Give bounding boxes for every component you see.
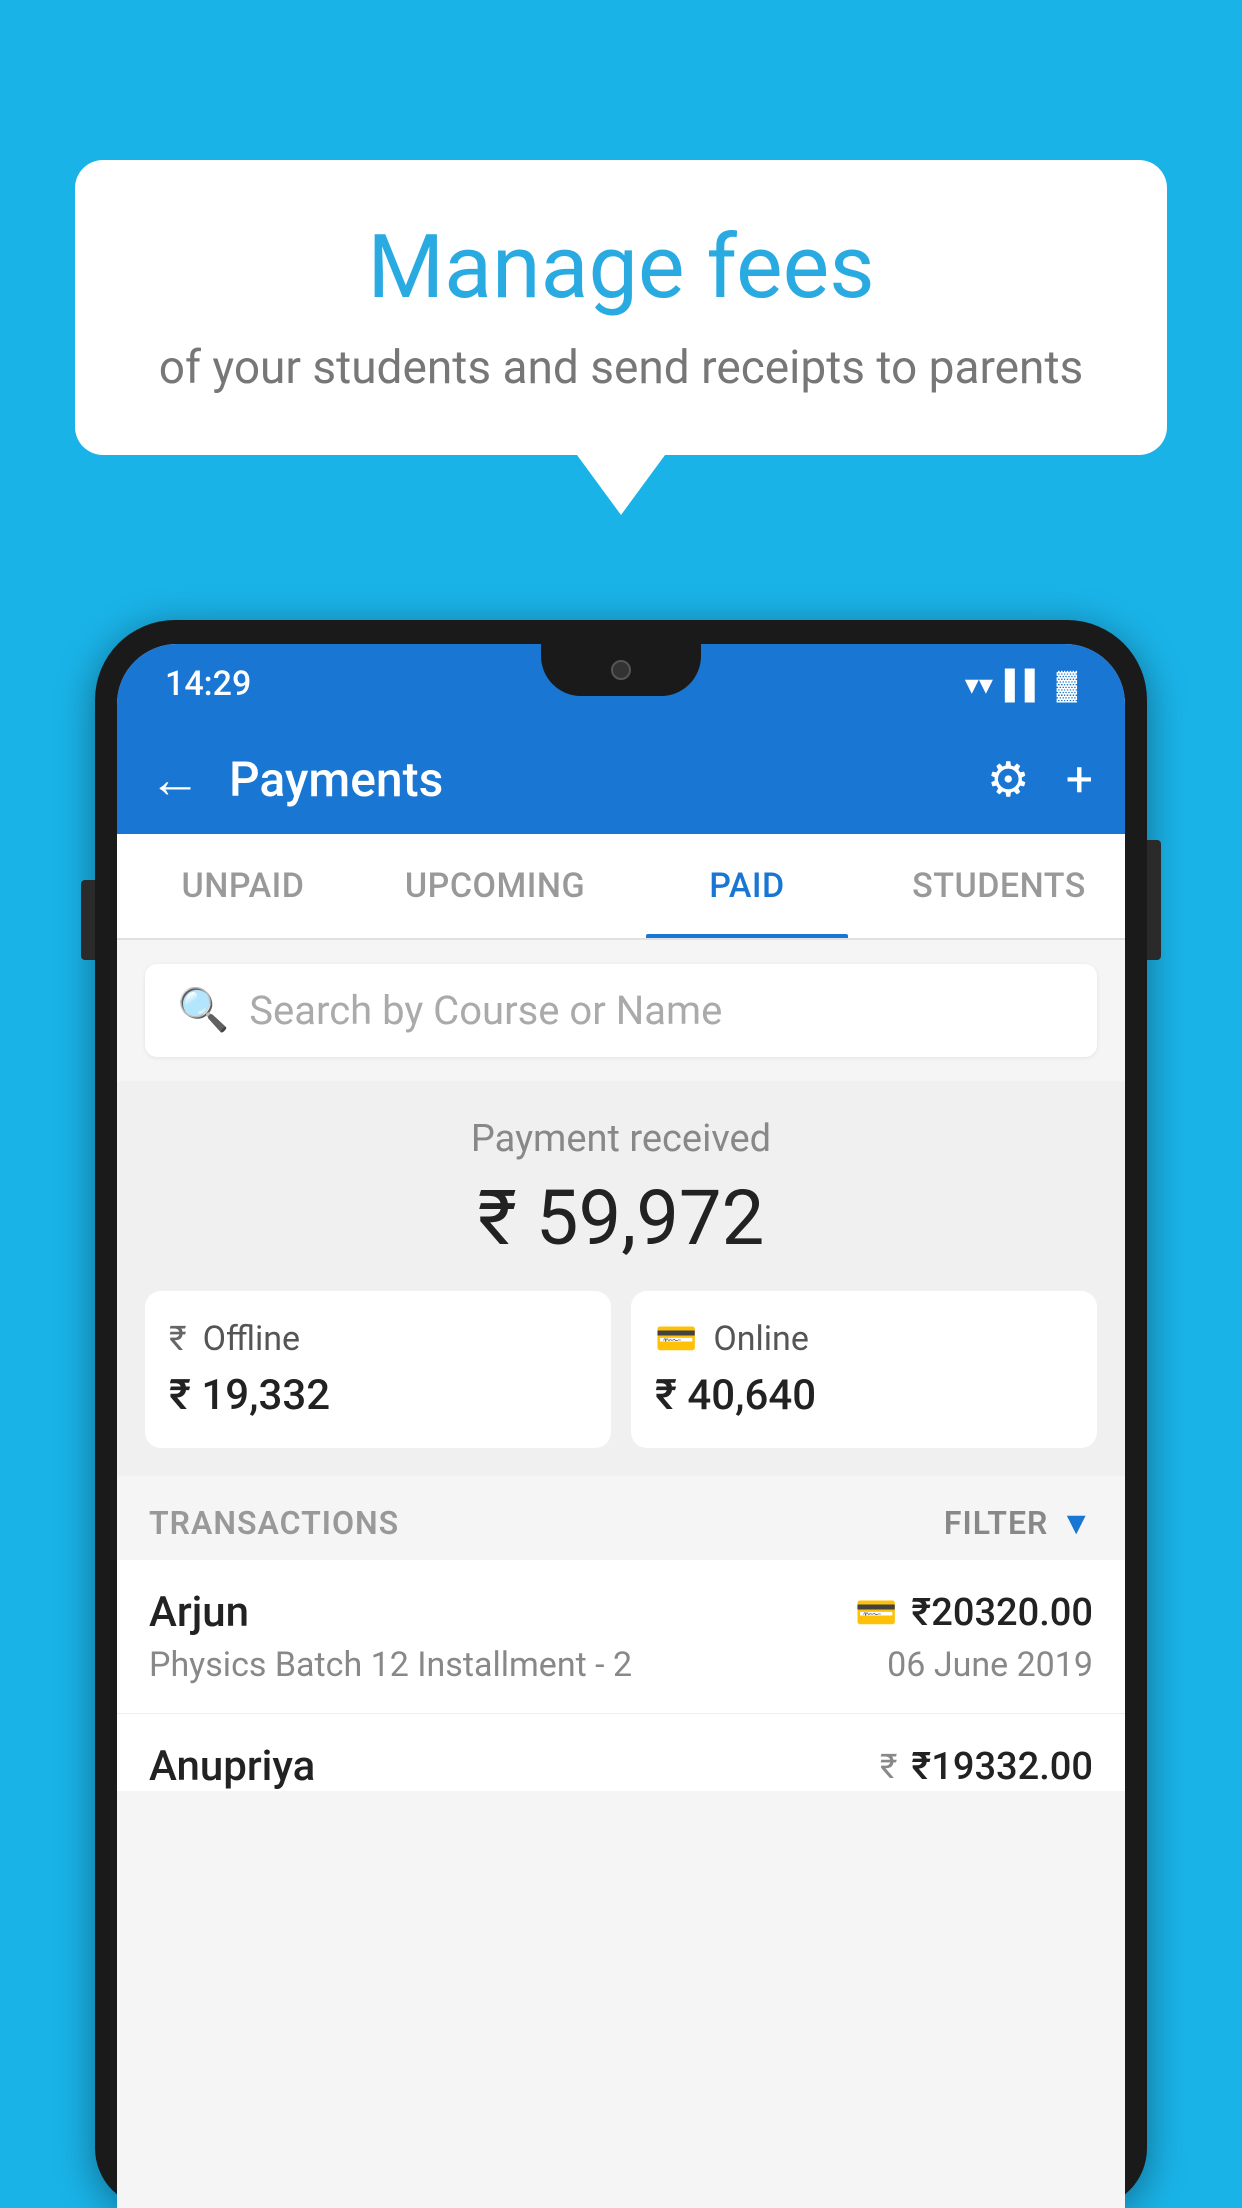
transaction-detail-arjun: Physics Batch 12 Installment - 2 [149,1645,632,1685]
cash-payment-icon: ₹ [880,1747,898,1787]
back-button[interactable]: ← [149,749,201,810]
transactions-label: TRANSACTIONS [149,1504,399,1542]
online-icon: 💳 [655,1319,697,1359]
add-button[interactable]: + [1066,751,1093,808]
settings-button[interactable]: ⚙ [987,751,1030,808]
offline-amount: ₹ 19,332 [169,1371,330,1420]
online-label: Online [713,1319,809,1359]
status-bar-time: 14:29 [165,664,251,704]
payment-received-label: Payment received [145,1117,1097,1161]
app-bar-icons: ⚙ + [987,751,1093,808]
online-label-row: 💳 Online [655,1319,809,1359]
filter-icon: ▼ [1060,1504,1093,1542]
online-amount: ₹ 40,640 [655,1371,816,1420]
offline-icon: ₹ [169,1319,187,1359]
camera-dot [611,660,631,680]
phone-outer: 14:29 ▾▾ ▌▌ ▓ ← Payments ⚙ + [95,620,1147,2208]
offline-payment-card: ₹ Offline ₹ 19,332 [145,1291,611,1448]
manage-fees-subtitle: of your students and send receipts to pa… [155,341,1087,395]
online-payment-card: 💳 Online ₹ 40,640 [631,1291,1097,1448]
tabs-container: UNPAID UPCOMING PAID STUDENTS [117,834,1125,940]
tab-unpaid[interactable]: UNPAID [117,834,369,938]
speech-bubble-container: Manage fees of your students and send re… [75,160,1167,515]
transaction-row-bottom: Physics Batch 12 Installment - 2 06 June… [149,1645,1093,1685]
transaction-name-anupriya: Anupriya [149,1742,315,1791]
filter-button[interactable]: FILTER ▼ [944,1504,1093,1542]
transaction-date-arjun: 06 June 2019 [887,1645,1093,1685]
battery-icon: ▓ [1057,668,1077,701]
tab-upcoming[interactable]: UPCOMING [369,834,621,938]
tab-paid[interactable]: PAID [621,834,873,938]
notch [541,644,701,696]
manage-fees-title: Manage fees [155,220,1087,317]
transaction-row-top: Arjun 💳 ₹20320.00 [149,1588,1093,1637]
search-icon: 🔍 [177,986,229,1035]
transaction-name-arjun: Arjun [149,1588,249,1637]
transaction-row-partial[interactable]: Anupriya ₹ ₹19332.00 [117,1714,1125,1791]
search-box[interactable]: 🔍 Search by Course or Name [145,964,1097,1057]
transaction-amount-row-anupriya: ₹ ₹19332.00 [880,1745,1093,1789]
payment-cards: ₹ Offline ₹ 19,332 💳 Online ₹ 40,640 [145,1291,1097,1448]
search-placeholder-text: Search by Course or Name [249,987,722,1034]
transactions-header: TRANSACTIONS FILTER ▼ [117,1476,1125,1560]
phone-screen: 14:29 ▾▾ ▌▌ ▓ ← Payments ⚙ + [117,644,1125,2208]
transaction-amount-row: 💳 ₹20320.00 [855,1591,1093,1635]
app-bar: ← Payments ⚙ + [117,724,1125,834]
signal-icon: ▌▌ [1005,668,1045,701]
app-bar-title: Payments [229,751,959,808]
filter-label: FILTER [944,1504,1048,1542]
transaction-row[interactable]: Arjun 💳 ₹20320.00 Physics Batch 12 Insta… [117,1560,1125,1714]
phone-container: 14:29 ▾▾ ▌▌ ▓ ← Payments ⚙ + [95,620,1147,2208]
offline-label: Offline [203,1319,300,1359]
search-container: 🔍 Search by Course or Name [117,940,1125,1081]
offline-label-row: ₹ Offline [169,1319,300,1359]
speech-bubble: Manage fees of your students and send re… [75,160,1167,455]
tab-students[interactable]: STUDENTS [873,834,1125,938]
payment-section: Payment received ₹ 59,972 ₹ Offline ₹ 19… [117,1081,1125,1476]
card-payment-icon: 💳 [855,1593,897,1633]
status-bar: 14:29 ▾▾ ▌▌ ▓ [117,644,1125,724]
transaction-amount-arjun: ₹20320.00 [911,1591,1093,1635]
transaction-amount-anupriya: ₹19332.00 [911,1745,1093,1789]
payment-total-amount: ₹ 59,972 [145,1173,1097,1263]
speech-bubble-arrow [577,455,665,515]
transaction-row-partial-top: Anupriya ₹ ₹19332.00 [149,1742,1093,1791]
wifi-icon: ▾▾ [965,668,993,701]
status-icons: ▾▾ ▌▌ ▓ [965,668,1077,701]
